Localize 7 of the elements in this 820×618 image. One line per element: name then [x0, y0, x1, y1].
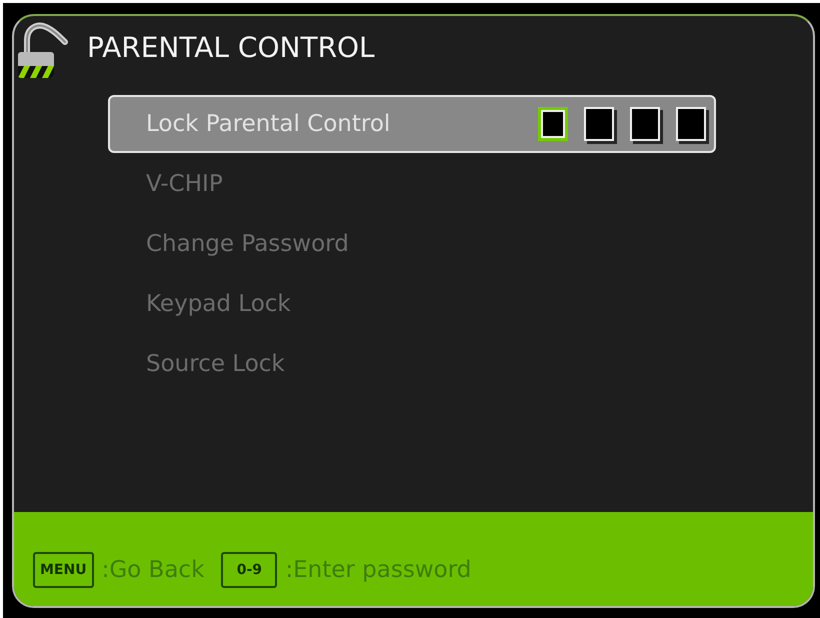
menu-item[interactable]: Lock Parental Control	[108, 95, 716, 153]
password-digit-field[interactable]	[538, 107, 568, 141]
key-badge: MENU	[33, 552, 94, 588]
window-title: PARENTAL CONTROL	[87, 32, 375, 64]
hint-text: :Enter password	[285, 557, 472, 583]
key-badge: 0-9	[221, 552, 278, 588]
hint-text: :Go Back	[102, 557, 204, 583]
